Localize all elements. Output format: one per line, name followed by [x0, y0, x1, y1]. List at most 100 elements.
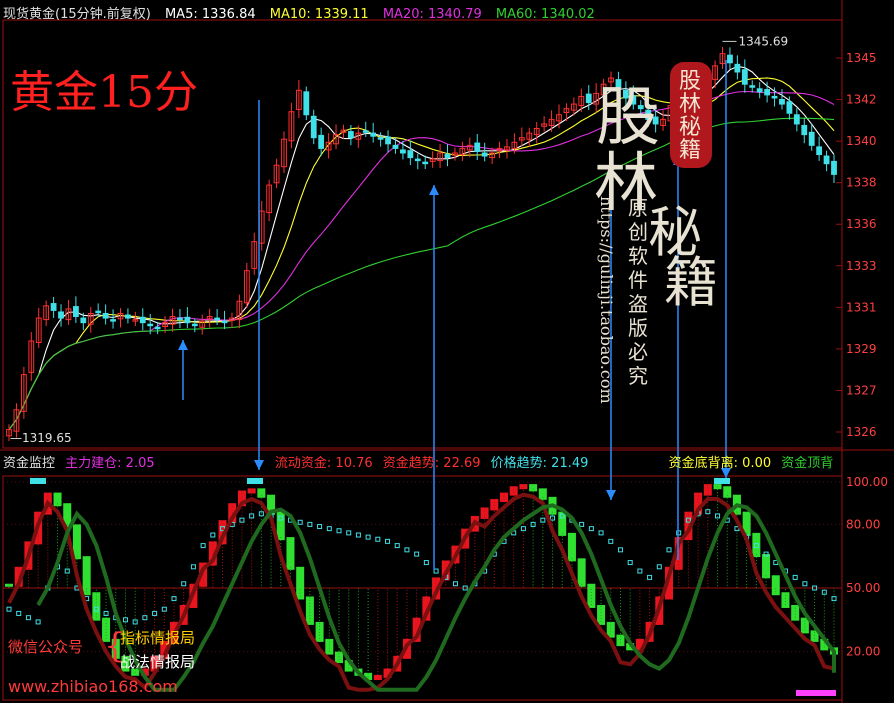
candle-body: [808, 131, 815, 146]
wechat-account-1: 指标情报局: [120, 629, 196, 647]
ma10-label: MA10: 1339.11: [269, 7, 369, 22]
flow-marker: [802, 581, 808, 587]
flow-marker: [656, 564, 662, 570]
flow-marker: [385, 538, 391, 544]
indicator-tick-label: 100.00: [846, 475, 888, 489]
price-tick-label: 1331: [846, 300, 877, 314]
flow-marker: [326, 526, 332, 532]
overlay-title: 黄金15分: [10, 67, 198, 118]
candle-body: [80, 317, 87, 324]
high-price-label: 1345.69: [739, 34, 789, 48]
trend-block: [286, 537, 295, 570]
trend-block: [558, 511, 567, 536]
flow-marker: [25, 615, 31, 621]
candle-body: [102, 312, 109, 319]
flow-marker: [627, 560, 633, 566]
flow-marker: [336, 528, 342, 534]
candle-body: [154, 326, 161, 330]
main-build-label: 主力建仓: 2.05: [65, 456, 155, 471]
flow-marker: [647, 574, 653, 580]
flow-marker: [142, 615, 148, 621]
trend-block: [762, 554, 771, 579]
flow-label: 流动资金: 10.76: [274, 456, 373, 471]
candle-body: [801, 124, 808, 136]
trend-block: [373, 674, 382, 681]
price-tick-label: 1329: [846, 342, 877, 356]
low-price-label: —1319.65: [10, 431, 72, 445]
trend-label: 资金趋势: 22.69: [382, 456, 481, 471]
flow-marker: [423, 560, 429, 566]
flow-marker: [200, 543, 206, 549]
candle-body: [793, 114, 800, 125]
flow-marker: [210, 532, 216, 538]
trend-block: [296, 566, 305, 600]
signal-arrow-head: [178, 340, 188, 350]
candle-body: [72, 306, 79, 318]
flow-marker: [617, 547, 623, 553]
candle-body: [50, 303, 57, 311]
flow-marker: [394, 543, 400, 549]
candle-body: [749, 85, 756, 88]
candle-body: [400, 149, 406, 154]
flow-marker: [414, 551, 420, 557]
candle-body: [585, 93, 592, 104]
ma5-label: MA5: 1336.84: [164, 7, 256, 22]
candle-body: [362, 130, 369, 133]
flow-marker: [608, 538, 614, 544]
site-url: www.zhibiao168.com: [8, 677, 178, 696]
price-trend-label: 价格趋势: 21.49: [490, 456, 589, 471]
flow-marker: [588, 526, 594, 532]
trend-block: [529, 484, 538, 492]
top-div-label: 资金顶背: [781, 456, 834, 471]
trend-block: [257, 488, 266, 498]
flow-marker: [6, 606, 12, 612]
chart-title: 现货黄金(15分钟.前复权): [3, 7, 151, 22]
price-tick-label: 1336: [846, 217, 877, 231]
trend-block: [781, 592, 790, 608]
price-tick-label: 1340: [846, 134, 877, 148]
candle-body: [481, 152, 488, 157]
candle-body: [414, 158, 421, 162]
signal-arrow-head: [429, 185, 439, 195]
trend-block: [538, 488, 547, 500]
price-tick-label: 1326: [846, 425, 877, 439]
flow-marker: [365, 534, 371, 540]
wechat-label: 微信公众号: [8, 638, 84, 656]
trend-block: [791, 604, 800, 621]
flow-marker: [239, 517, 245, 523]
price-tick-label: 1333: [846, 259, 877, 273]
flow-marker: [637, 568, 643, 574]
candle-body: [392, 144, 399, 149]
watermark-seal-text: 股林秘籍: [679, 69, 702, 163]
flow-marker: [821, 589, 827, 595]
flow-marker: [181, 581, 187, 587]
flow-marker: [16, 610, 22, 616]
indicator-tick-label: 80.00: [846, 517, 880, 531]
price-tick-label: 1342: [846, 93, 877, 107]
top-signal-marker: [247, 478, 263, 484]
signal-arrow-head: [606, 490, 616, 500]
trend-block: [82, 556, 91, 596]
candle-body: [318, 134, 325, 149]
flow-marker: [666, 547, 672, 553]
candle-body: [125, 314, 131, 319]
bottom-div-label: 资金底背离: 0.00: [668, 456, 772, 471]
candle-body: [303, 91, 310, 116]
candle-body: [764, 89, 771, 96]
indicator-header: 资金监控 主力建仓: 2.05 流动资金: 10.76 资金趋势: 22.69 …: [3, 452, 839, 471]
flow-marker: [346, 530, 352, 536]
trend-block: [509, 486, 518, 496]
candle-body: [385, 136, 391, 145]
flow-marker: [375, 536, 381, 542]
top-signal-marker: [30, 478, 46, 484]
candle-body: [741, 69, 748, 85]
flow-marker: [715, 513, 721, 519]
indicator-tick-label: 20.00: [846, 645, 880, 659]
candle-body: [221, 320, 228, 324]
trend-block: [723, 486, 732, 498]
candle-body: [139, 316, 146, 324]
candle-body: [191, 323, 198, 327]
candle-body: [823, 155, 830, 165]
candle-body: [816, 146, 823, 156]
candle-body: [95, 310, 102, 314]
